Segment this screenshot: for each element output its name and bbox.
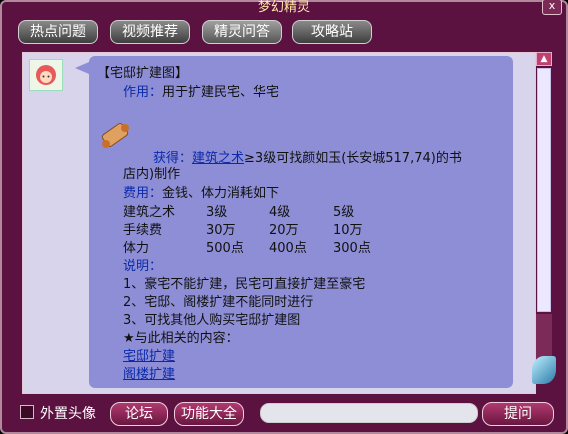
table-cell: 20万 <box>269 223 299 238</box>
footer-bar: 外置头像 论坛 功能大全 提问 <box>2 400 568 430</box>
table-cell: 手续费 <box>123 223 163 238</box>
all-features-button[interactable]: 功能大全 <box>174 402 244 426</box>
related-link-attic-expand[interactable]: 阁楼扩建 <box>123 363 175 382</box>
note-item: 2、宅邸、阁楼扩建不能同时进行 <box>123 295 314 310</box>
answer-frame: 【宅邸扩建图】 作用：用于扩建民宅、华宅 获得：建筑之术≥3级可找颜如玉(长安城… <box>22 52 536 394</box>
window-title: 梦幻精灵 <box>257 0 310 15</box>
cost-row: 费用：金钱、体力消耗如下 <box>123 182 279 201</box>
usage-row: 作用：用于扩建民宅、华宅 <box>123 81 279 100</box>
note-item: 1、豪宅不能扩建，民宅可直接扩建至豪宅 <box>123 277 366 292</box>
table-cell: 30万 <box>206 223 236 238</box>
external-avatar-label: 外置头像 <box>40 406 96 422</box>
table-cell: 3级 <box>206 205 228 220</box>
answer-heading: 【宅邸扩建图】 <box>97 66 189 81</box>
scroll-item-icon <box>101 123 129 148</box>
obtain-row: 获得：建筑之术≥3级可找颜如玉(长安城517,74)的书 <box>153 147 462 166</box>
tab-strategy-site[interactable]: 攻略站 <box>292 20 372 44</box>
question-input[interactable] <box>260 403 478 423</box>
close-icon[interactable]: x <box>542 0 562 15</box>
usage-label: 作用： <box>123 85 163 100</box>
dialog-window: 梦幻精灵 x 热点问题 视频推荐 精灵问答 攻略站 【宅邸扩建图】 作用：用于扩… <box>0 0 568 434</box>
usage-text: 用于扩建民宅、华宅 <box>162 85 280 100</box>
table-cell: 体力 <box>123 241 150 256</box>
obtain-text-cont: 店内)制作 <box>123 167 181 182</box>
cost-text: 金钱、体力消耗如下 <box>162 186 280 201</box>
tab-hot-questions[interactable]: 热点问题 <box>18 20 98 44</box>
table-cell: 4级 <box>269 205 291 220</box>
forum-button[interactable]: 论坛 <box>110 402 168 426</box>
tab-sprite-qa[interactable]: 精灵问答 <box>202 20 282 44</box>
note-item: 3、可找其他人购买宅邸扩建图 <box>123 313 301 328</box>
scroll-thumb[interactable] <box>537 68 551 312</box>
obtain-text: ≥3级可找颜如玉(长安城517,74)的书 <box>244 151 462 166</box>
table-cell: 10万 <box>333 223 363 238</box>
table-cell: 300点 <box>333 241 371 256</box>
table-cell: 建筑之术 <box>123 205 176 220</box>
table-cell: 500点 <box>206 241 244 256</box>
related-label: ★与此相关的内容： <box>123 331 239 346</box>
avatar-portrait <box>36 65 56 85</box>
notes-label: 说明： <box>123 259 163 274</box>
answer-bubble: 【宅邸扩建图】 作用：用于扩建民宅、华宅 获得：建筑之术≥3级可找颜如玉(长安城… <box>75 56 513 388</box>
related-link-mansion-expand[interactable]: 宅邸扩建 <box>123 345 175 364</box>
scroll-up-icon[interactable]: ▲ <box>536 52 552 66</box>
table-cell: 400点 <box>269 241 307 256</box>
ask-button[interactable]: 提问 <box>482 402 554 426</box>
building-skill-link[interactable]: 建筑之术 <box>192 151 244 166</box>
cost-label: 费用： <box>123 186 163 201</box>
table-cell: 5级 <box>333 205 355 220</box>
vertical-scrollbar[interactable]: ▲ <box>536 52 552 392</box>
external-avatar-checkbox[interactable] <box>20 405 34 419</box>
tab-video-recommend[interactable]: 视频推荐 <box>110 20 190 44</box>
corner-sprite-icon <box>532 356 556 384</box>
avatar-icon <box>29 59 63 91</box>
